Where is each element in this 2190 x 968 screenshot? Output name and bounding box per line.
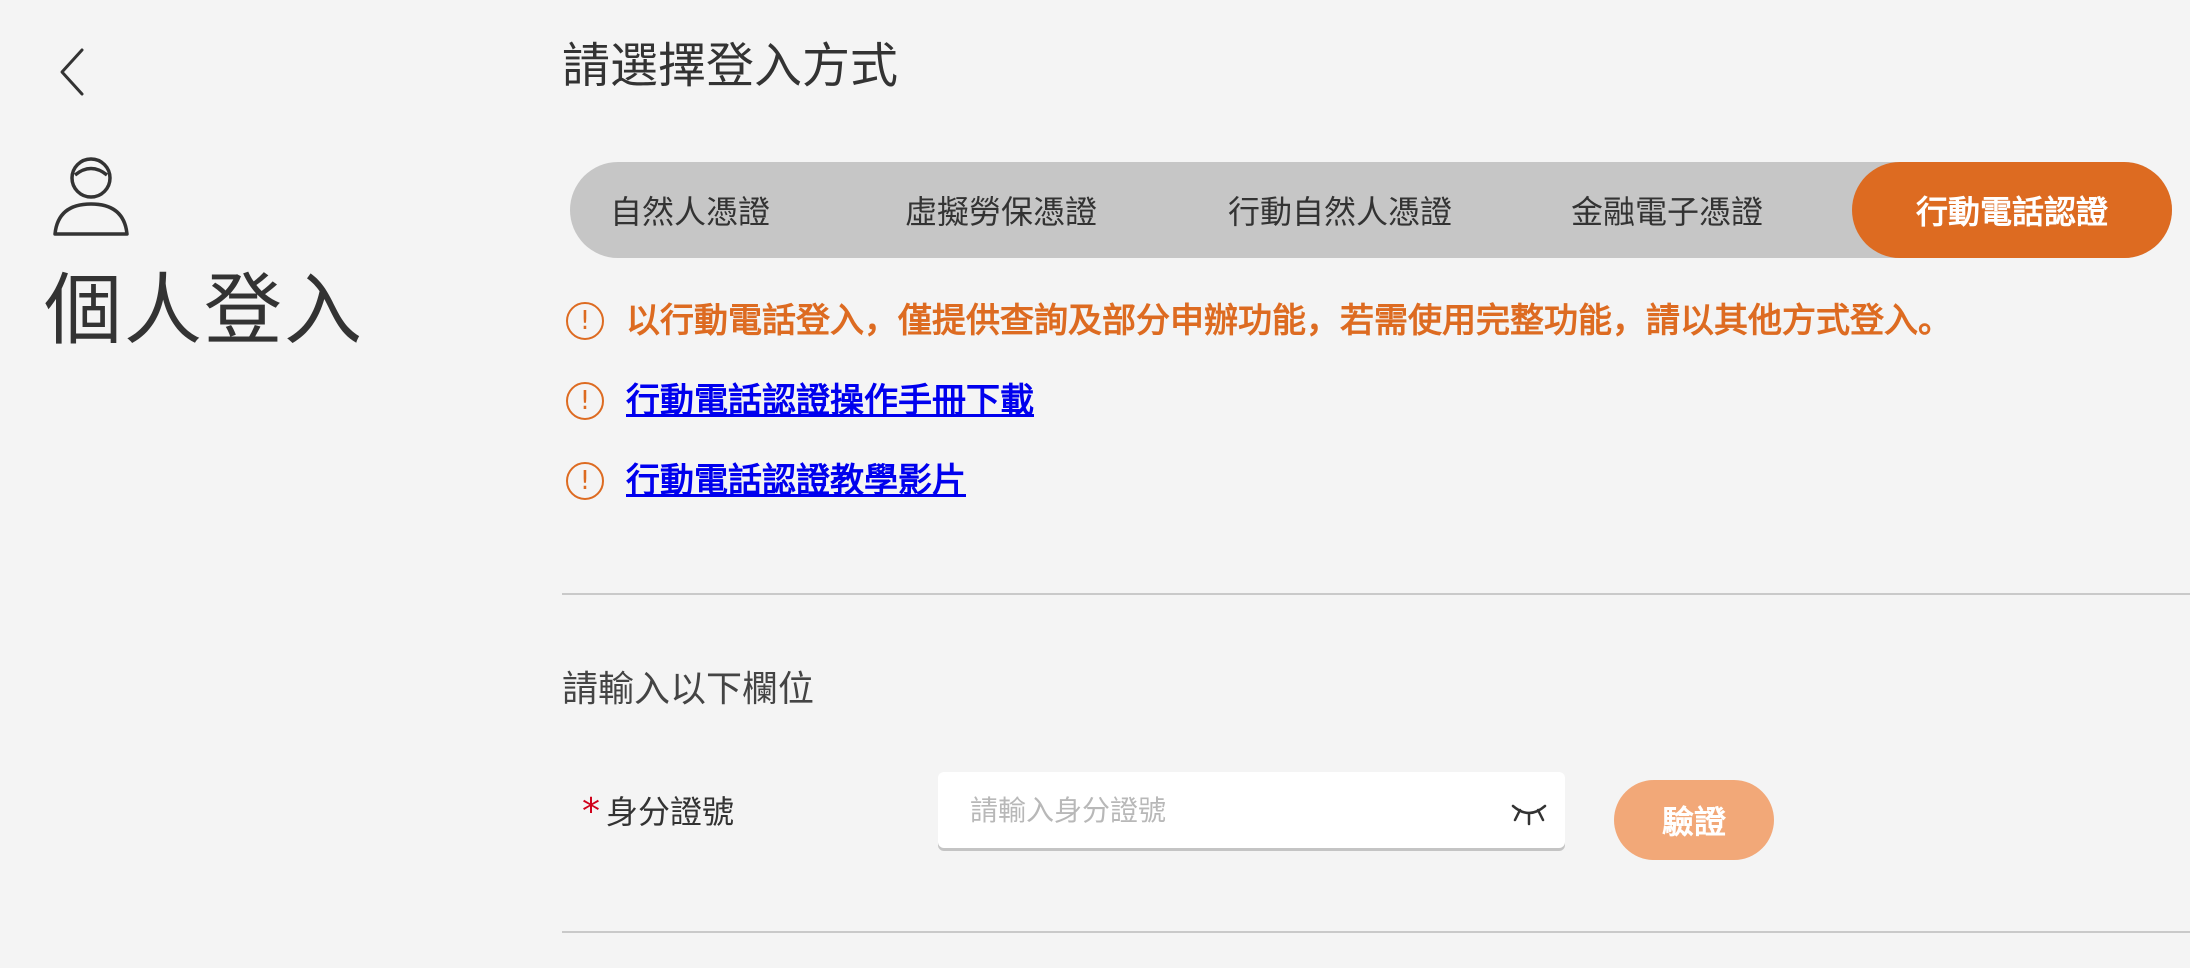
required-mark: * [582,791,600,832]
notice-manual-download: ! 行動電話認證操作手冊下載 [566,382,1034,420]
tab-citizen-certificate[interactable]: 自然人憑證 [590,162,790,258]
notice-tutorial-video: ! 行動電話認證教學影片 [566,462,966,500]
page-heading: 個人登入 [44,266,365,356]
verify-button[interactable]: 驗證 [1614,780,1774,860]
notice-limited-functions: ! 以行動電話登入，僅提供查詢及部分申辦功能，若需使用完整功能，請以其他方式登入… [566,302,1952,340]
tab-virtual-labor-insurance-certificate[interactable]: 虛擬勞保憑證 [888,162,1114,258]
tab-mobile-citizen-certificate[interactable]: 行動自然人憑證 [1210,162,1470,258]
id-number-input[interactable] [938,772,1498,848]
alert-circle-icon: ! [566,302,604,340]
id-number-label-text: 身分證號 [606,793,735,831]
back-button[interactable] [52,44,96,100]
id-number-field [938,772,1565,848]
chevron-left-icon [60,48,84,96]
divider [562,593,2190,595]
notice-text: 以行動電話登入，僅提供查詢及部分申辦功能，若需使用完整功能，請以其他方式登入。 [626,301,1952,341]
login-method-tabs: 自然人憑證 虛擬勞保憑證 行動自然人憑證 金融電子憑證 行動電話認證 [570,162,2172,258]
tab-mobile-phone-authentication[interactable]: 行動電話認證 [1852,162,2172,258]
user-icon [52,154,130,236]
login-method-title: 請選擇登入方式 [562,38,899,94]
tab-financial-certificate[interactable]: 金融電子憑證 [1554,162,1780,258]
divider [562,931,2190,933]
tutorial-video-link[interactable]: 行動電話認證教學影片 [626,464,966,498]
id-number-label: * 身分證號 [582,794,734,830]
form-subtitle: 請輸入以下欄位 [562,669,815,710]
alert-circle-icon: ! [566,382,604,420]
eye-closed-icon[interactable] [1509,794,1549,828]
manual-download-link[interactable]: 行動電話認證操作手冊下載 [626,384,1034,418]
alert-circle-icon: ! [566,462,604,500]
